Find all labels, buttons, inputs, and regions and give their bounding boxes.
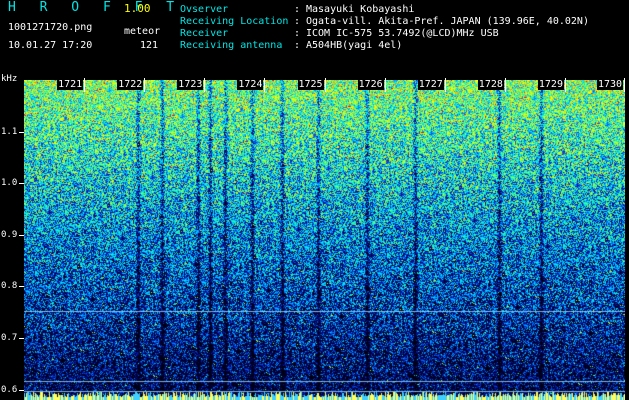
antenna-colon: : bbox=[294, 40, 301, 51]
frequency-tick-label: 0.8 bbox=[1, 281, 18, 292]
time-tick-mark bbox=[384, 78, 386, 92]
frequency-tick-label: 0.9 bbox=[1, 229, 18, 240]
time-tick-label: 1722 bbox=[117, 79, 144, 90]
time-tick-mark bbox=[264, 78, 266, 92]
time-tick-mark bbox=[204, 78, 206, 92]
antenna-label: Receiving antenna bbox=[180, 40, 283, 51]
location-value: Ogata-vill. Akita-Pref. JAPAN (139.96E, … bbox=[306, 16, 589, 27]
frequency-axis: 1.1 1.0 0.9 0.8 0.7 0.6 bbox=[0, 78, 24, 400]
datetime: 10.01.27 17:20 bbox=[8, 40, 93, 51]
frequency-tick-mark bbox=[19, 338, 24, 340]
time-tick-label: 1725 bbox=[297, 79, 324, 90]
time-tick-mark bbox=[324, 78, 326, 92]
time-tick-mark bbox=[624, 78, 625, 92]
time-tick-label: 1721 bbox=[57, 79, 84, 90]
app-title: H R O F F T bbox=[8, 0, 183, 15]
time-tick-label: 1726 bbox=[357, 79, 384, 90]
frequency-tick-mark bbox=[19, 131, 24, 133]
time-tick-mark bbox=[144, 78, 146, 92]
info-header: H R O F F T 1.00 1001271720.png meteor 1… bbox=[0, 0, 629, 78]
spectrogram bbox=[24, 80, 625, 400]
frequency-tick-label: 0.7 bbox=[1, 333, 18, 344]
event-count: 121 bbox=[140, 40, 159, 51]
time-tick-mark bbox=[84, 78, 86, 92]
observer-colon: : bbox=[294, 4, 301, 15]
frequency-tick-mark bbox=[19, 389, 24, 391]
frequency-tick-mark bbox=[19, 183, 24, 185]
receiver-colon: : bbox=[294, 28, 301, 39]
location-label: Receiving Location bbox=[180, 16, 289, 27]
location-colon: : bbox=[294, 16, 301, 27]
filename: 1001271720.png bbox=[8, 22, 93, 33]
frequency-tick-label: 0.6 bbox=[1, 384, 18, 395]
frequency-tick-mark bbox=[19, 286, 24, 288]
event-type: meteor bbox=[124, 26, 161, 37]
time-tick-mark bbox=[564, 78, 566, 92]
app-version: 1.00 bbox=[124, 2, 151, 15]
time-tick-mark bbox=[504, 78, 506, 92]
frequency-tick-mark bbox=[19, 234, 24, 236]
time-axis: 1721 1722 1723 1724 1725 1726 1727 1728 1729 1730 bbox=[24, 78, 625, 92]
time-tick-label: 1728 bbox=[477, 79, 504, 90]
time-tick-label: 1723 bbox=[177, 79, 204, 90]
receiver-label: Receiver bbox=[180, 28, 229, 39]
spectrogram-canvas bbox=[24, 80, 625, 400]
antenna-value: A504HB(yagi 4el) bbox=[306, 40, 403, 51]
time-tick-label: 1724 bbox=[237, 79, 264, 90]
time-tick-label: 1727 bbox=[417, 79, 444, 90]
frequency-unit-label: kHz bbox=[1, 74, 18, 84]
receiver-value: ICOM IC-575 53.7492(@LCD)MHz USB bbox=[306, 28, 499, 39]
observer-value: Masayuki Kobayashi bbox=[306, 4, 415, 15]
frequency-tick-label: 1.1 bbox=[1, 126, 18, 137]
time-tick-label: 1730 bbox=[597, 79, 624, 90]
frequency-tick-label: 1.0 bbox=[1, 178, 18, 189]
observer-label: Ovserver bbox=[180, 4, 229, 15]
time-tick-mark bbox=[444, 78, 446, 92]
time-tick-label: 1729 bbox=[537, 79, 564, 90]
